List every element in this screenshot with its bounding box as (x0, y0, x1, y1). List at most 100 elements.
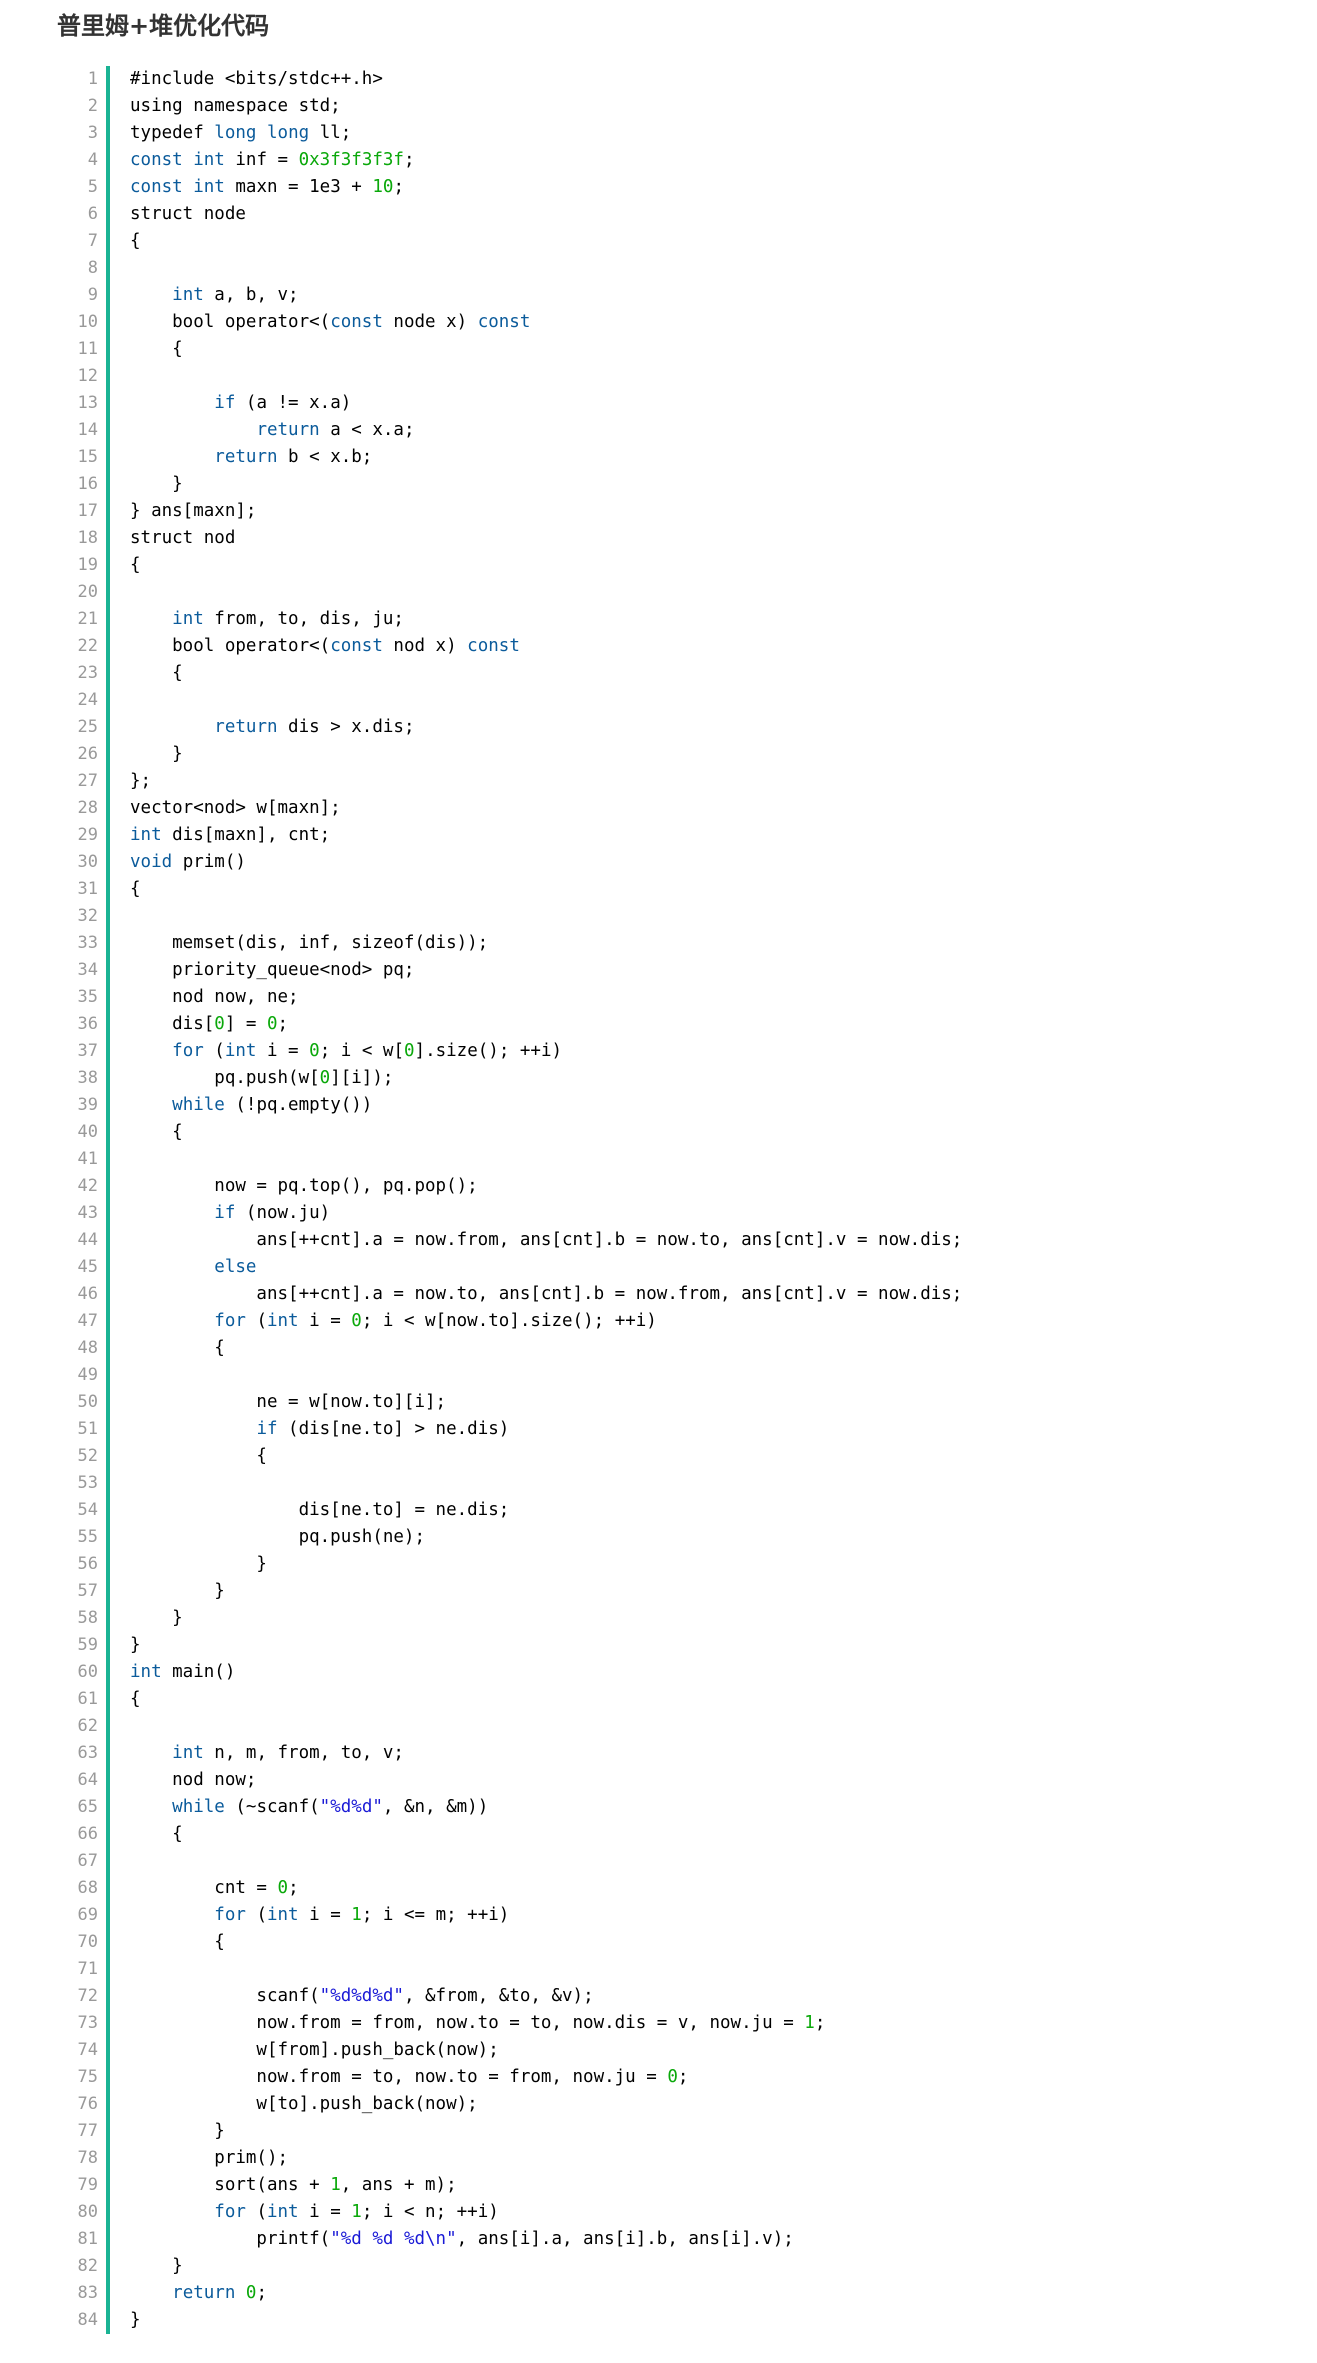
line-number: 67 (77, 1851, 98, 1871)
code-line: 55 pq.push(ne); (0, 1524, 1317, 1551)
code-text: } (130, 1554, 267, 1574)
code-text: nod now; (130, 1770, 257, 1790)
line-number: 34 (77, 960, 98, 980)
line-number: 61 (77, 1689, 98, 1709)
line-number: 3 (87, 123, 98, 143)
line-number: 23 (77, 663, 98, 683)
code-line: 82 } (0, 2253, 1317, 2280)
code-text: } (130, 1608, 183, 1628)
code-line: 64 nod now; (0, 1767, 1317, 1794)
code-text: return b < x.b; (214, 447, 373, 467)
code-line: 32 (0, 903, 1317, 930)
line-number: 39 (77, 1095, 98, 1115)
code-line: 10 bool operator<(const node x) const (0, 309, 1317, 336)
code-text: { (130, 555, 141, 575)
code-text: ne = w[now.to][i]; (130, 1392, 447, 1412)
line-number: 74 (77, 2040, 98, 2060)
code-line: 59} (0, 1632, 1317, 1659)
code-text: ans[++cnt].a = now.to, ans[cnt].b = now.… (130, 1284, 963, 1304)
line-number: 79 (77, 2175, 98, 2195)
code-line: 43 if (now.ju) (0, 1200, 1317, 1227)
code-text: if (a != x.a) (214, 393, 352, 413)
line-number: 14 (77, 420, 98, 440)
code-line: 31 { (0, 876, 1317, 903)
line-number: 33 (77, 933, 98, 953)
line-number: 40 (77, 1122, 98, 1142)
line-number: 37 (77, 1041, 98, 1061)
code-text: vector<nod> w[maxn]; (130, 798, 341, 818)
code-text: { (130, 1932, 225, 1952)
line-number: 25 (77, 717, 98, 737)
line-number: 71 (77, 1959, 98, 1979)
code-text: for (int i = 1; i < n; ++i) (214, 2202, 499, 2222)
code-line: 57 } (0, 1578, 1317, 1605)
code-line: 17} ans[maxn]; (0, 498, 1317, 525)
code-line: 70 { (0, 1929, 1317, 1956)
line-number: 53 (77, 1473, 98, 1493)
line-number: 5 (87, 177, 98, 197)
code-text: int a, b, v; (172, 285, 299, 305)
line-number: 16 (77, 474, 98, 494)
line-number: 46 (77, 1284, 98, 1304)
code-text: for (int i = 1; i <= m; ++i) (214, 1905, 510, 1925)
page-title: 普里姆+堆优化代码 (57, 12, 270, 40)
code-line: 8 (0, 255, 1317, 282)
code-line: 65 while (~scanf("%d%d", &n, &m)) (0, 1794, 1317, 1821)
line-number: 70 (77, 1932, 98, 1952)
code-text: else (214, 1257, 257, 1277)
line-number: 84 (77, 2310, 98, 2330)
code-line: 35 nod now, ne; (0, 984, 1317, 1011)
code-text: { (130, 231, 141, 251)
code-line: 36 dis[0] = 0; (0, 1011, 1317, 1038)
code-text: { (130, 1338, 225, 1358)
code-text: ans[++cnt].a = now.from, ans[cnt].b = no… (130, 1230, 963, 1250)
code-line: 58 } (0, 1605, 1317, 1632)
line-number: 10 (77, 312, 98, 332)
code-text: for (int i = 0; i < w[0].size(); ++i) (172, 1041, 563, 1061)
code-line: 13 if (a != x.a) (0, 390, 1317, 417)
code-line: 19 { (0, 552, 1317, 579)
code-text: typedef long long ll; (130, 123, 352, 143)
line-number: 45 (77, 1257, 98, 1277)
line-number: 55 (77, 1527, 98, 1547)
line-number: 54 (77, 1500, 98, 1520)
line-number: 15 (77, 447, 98, 467)
code-text: now = pq.top(), pq.pop(); (130, 1176, 478, 1196)
code-block: 1 #include <bits/stdc++.h> 2 using namespac… (0, 66, 1317, 2334)
code-text: const int maxn = 1e3 + 10; (130, 177, 404, 197)
code-line: 44 ans[++cnt].a = now.from, ans[cnt].b =… (0, 1227, 1317, 1254)
code-text: int n, m, from, to, v; (172, 1743, 404, 1763)
code-text: } (130, 1635, 141, 1655)
code-text: return a < x.a; (256, 420, 415, 440)
code-text: struct nod (130, 528, 236, 548)
code-line: 7{ (0, 228, 1317, 255)
code-line: 83 return 0; (0, 2280, 1317, 2307)
code-line: 48 { (0, 1335, 1317, 1362)
code-line: 72 scanf("%d%d%d", &from, &to, &v); (0, 1983, 1317, 2010)
code-text: } (130, 2310, 141, 2330)
line-number: 24 (77, 690, 98, 710)
line-number: 27 (77, 771, 98, 791)
code-line: 75 now.from = to, now.to = from, now.ju … (0, 2064, 1317, 2091)
line-number: 75 (77, 2067, 98, 2087)
code-line: 67 (0, 1848, 1317, 1875)
code-line: 3 typedef long long ll; (0, 120, 1317, 147)
line-number: 44 (77, 1230, 98, 1250)
code-line: 53 (0, 1470, 1317, 1497)
code-line: 49 (0, 1362, 1317, 1389)
line-number: 36 (77, 1014, 98, 1034)
code-text: cnt = 0; (130, 1878, 299, 1898)
code-text: { (130, 879, 141, 899)
line-number: 4 (87, 150, 98, 170)
line-number: 52 (77, 1446, 98, 1466)
line-number: 59 (77, 1635, 98, 1655)
code-line: 66 { (0, 1821, 1317, 1848)
code-line: 15 return b < x.b; (0, 444, 1317, 471)
code-line: 47 for (int i = 0; i < w[now.to].size();… (0, 1308, 1317, 1335)
line-number: 42 (77, 1176, 98, 1196)
code-line: 23 { (0, 660, 1317, 687)
code-text: w[from].push_back(now); (130, 2040, 499, 2060)
code-text: if (dis[ne.to] > ne.dis) (256, 1419, 510, 1439)
code-text: { (130, 1122, 183, 1142)
code-line: 52 { (0, 1443, 1317, 1470)
